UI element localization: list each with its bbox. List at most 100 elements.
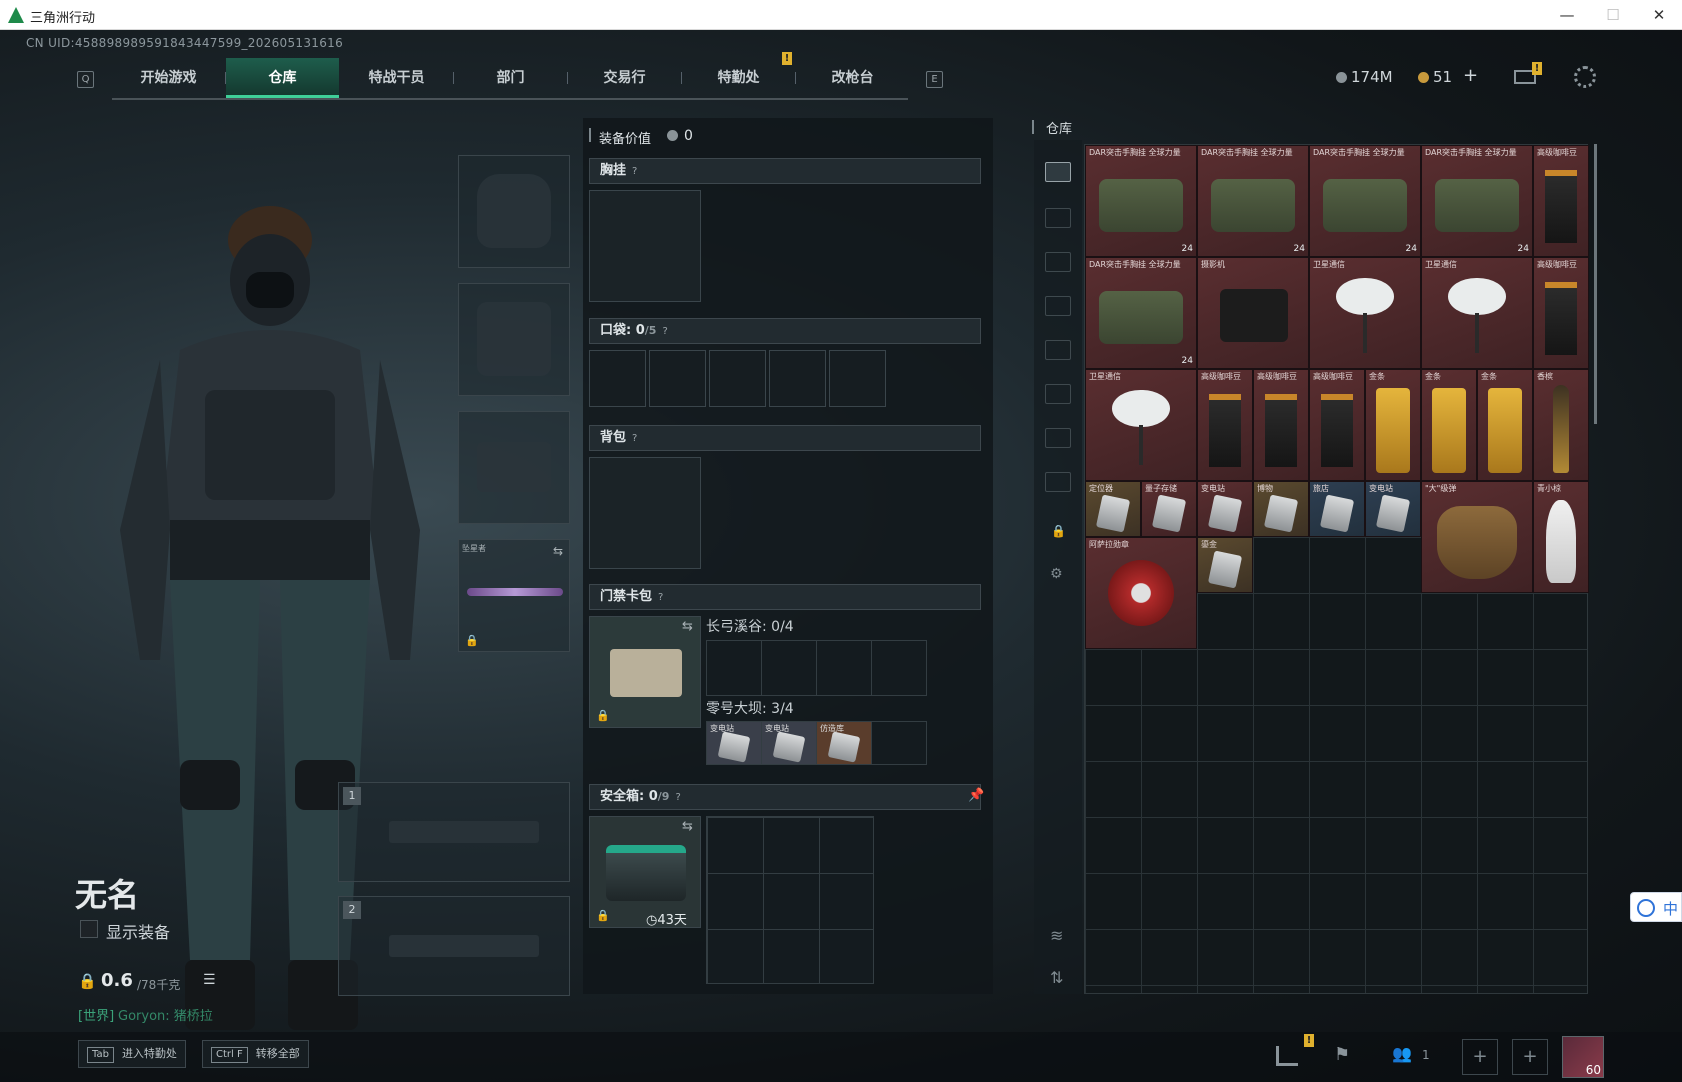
pocket-slot[interactable] [589, 350, 646, 407]
warehouse-item[interactable]: 变电站 [1197, 481, 1253, 537]
swap-icon[interactable]: ⇆ [682, 619, 693, 634]
warehouse-item[interactable]: 金条 [1421, 369, 1477, 481]
storage-tab-icon[interactable] [1045, 252, 1071, 272]
keycard-slot[interactable] [871, 721, 927, 765]
tab-special-ops[interactable]: 特勤处 [682, 58, 795, 98]
close-button[interactable]: ✕ [1636, 0, 1682, 30]
chest-rig-slot[interactable] [589, 190, 701, 302]
stats-icon[interactable] [1276, 1046, 1298, 1066]
keycard-item[interactable]: 变电站 [706, 721, 762, 765]
warehouse-item[interactable]: 量子存储 [1141, 481, 1197, 537]
storage-tab-icon[interactable] [1045, 208, 1071, 228]
keycard-slot[interactable] [816, 640, 872, 696]
pocket-slot[interactable] [829, 350, 886, 407]
warehouse-item[interactable]: "大"级弹 [1421, 481, 1533, 593]
ime-indicator[interactable]: 中 [1630, 892, 1682, 922]
swap-icon[interactable]: ⇆ [682, 819, 693, 834]
warehouse-item[interactable]: 鎏金 [1197, 537, 1253, 593]
keycard-slot[interactable] [706, 640, 762, 696]
minimize-button[interactable]: — [1544, 0, 1590, 30]
warehouse-home-icon[interactable] [1045, 162, 1071, 182]
help-icon[interactable]: ? [658, 592, 663, 603]
sort-icon[interactable]: ⇅ [1050, 968, 1063, 987]
primary-weapon-slot-2[interactable]: 2 [338, 896, 570, 996]
warehouse-item[interactable]: 阿萨拉勋章 [1085, 537, 1197, 649]
warehouse-item[interactable]: 高级咖啡豆 [1253, 369, 1309, 481]
show-equipment-checkbox[interactable] [80, 920, 98, 938]
warehouse-scrollbar[interactable] [1594, 144, 1597, 424]
warehouse-item[interactable]: DAR突击手胸挂 全球力量 24 [1309, 145, 1421, 257]
add-currency-button[interactable]: + [1463, 65, 1478, 86]
warehouse-item[interactable]: 卫星通信 [1421, 257, 1533, 369]
keycard-slot[interactable] [761, 640, 817, 696]
backpack-slot[interactable] [589, 457, 701, 569]
storage-tab-icon[interactable] [1045, 472, 1071, 492]
storage-tab-icon[interactable] [1045, 428, 1071, 448]
warehouse-item[interactable]: 旅店 [1309, 481, 1365, 537]
enter-special-ops-hint[interactable]: Tab 进入特勤处 [78, 1040, 186, 1068]
warehouse-item[interactable]: 青小椋 [1533, 481, 1589, 593]
warehouse-item[interactable]: 卫星通信 [1085, 369, 1197, 481]
warehouse-item[interactable]: 变电站 [1365, 481, 1421, 537]
warehouse-item[interactable]: 香槟 [1533, 369, 1589, 481]
warehouse-item[interactable]: DAR突击手胸挂 全球力量 24 [1085, 145, 1197, 257]
armor-slot[interactable] [458, 283, 570, 396]
warehouse-item[interactable]: 高级咖啡豆 [1533, 257, 1589, 369]
tab-market[interactable]: 交易行 [568, 58, 681, 98]
warehouse-item[interactable]: 定位器 [1085, 481, 1141, 537]
tab-warehouse[interactable]: 仓库 [226, 58, 339, 98]
pin-icon[interactable]: 📌 [968, 788, 984, 803]
card-icon [1319, 494, 1355, 534]
settings-gear-icon[interactable] [1574, 66, 1596, 88]
warehouse-item[interactable]: 高级咖啡豆 [1309, 369, 1365, 481]
warehouse-item[interactable]: 博物 [1253, 481, 1309, 537]
next-tab-key[interactable]: E [926, 71, 943, 88]
pocket-slot[interactable] [709, 350, 766, 407]
keycard-item[interactable]: 变电站 [761, 721, 817, 765]
transfer-all-hint[interactable]: Ctrl F 转移全部 [202, 1040, 309, 1068]
storage-tab-icon[interactable] [1045, 296, 1071, 316]
warehouse-item[interactable]: 金条 [1365, 369, 1421, 481]
primary-weapon-slot-1[interactable]: 1 [338, 782, 570, 882]
warehouse-item[interactable]: 摄影机 [1197, 257, 1309, 369]
flag-icon[interactable]: ⚑ [1334, 1044, 1350, 1065]
warehouse-item[interactable]: DAR突击手胸挂 全球力量 24 [1197, 145, 1309, 257]
gear-icon[interactable]: ⚙ [1050, 566, 1063, 582]
warehouse-item[interactable]: 高级咖啡豆 [1197, 369, 1253, 481]
help-icon[interactable]: ? [632, 166, 637, 177]
storage-tab-icon[interactable] [1045, 384, 1071, 404]
warehouse-item[interactable]: 高级咖啡豆 [1533, 145, 1589, 257]
pistol-slot[interactable] [458, 411, 570, 524]
tab-start-game[interactable]: 开始游戏 [112, 58, 225, 98]
help-icon[interactable]: ? [632, 433, 637, 444]
safebox-grid[interactable] [706, 816, 874, 984]
warehouse-item[interactable]: 卫星通信 [1309, 257, 1421, 369]
keycard-item[interactable]: 仿造库 [816, 721, 872, 765]
invite-slot-button[interactable]: + [1462, 1039, 1498, 1075]
tab-department[interactable]: 部门 [454, 58, 567, 98]
maximize-button[interactable]: ☐ [1590, 0, 1636, 30]
safebox-slot[interactable]: ⇆ 🔒 ◷43天 [589, 816, 701, 928]
invite-slot-button[interactable]: + [1512, 1039, 1548, 1075]
friends-icon[interactable]: 👥 [1392, 1044, 1412, 1063]
pocket-slot[interactable] [769, 350, 826, 407]
layers-icon[interactable]: ≋ [1050, 926, 1063, 945]
pocket-slot[interactable] [649, 350, 706, 407]
warehouse-grid[interactable]: DAR突击手胸挂 全球力量 24 DAR突击手胸挂 全球力量 24 DAR突击手胸挂 全… [1084, 144, 1589, 994]
storage-tab-icon[interactable] [1045, 340, 1071, 360]
melee-slot[interactable]: 坠星者 ⇆ 🔒 [458, 539, 570, 652]
swap-icon[interactable]: ⇆ [553, 544, 563, 558]
warehouse-item[interactable]: 金条 [1477, 369, 1533, 481]
keycard-slot[interactable] [871, 640, 927, 696]
list-icon[interactable]: ☰ [203, 972, 216, 988]
warehouse-item[interactable]: DAR突击手胸挂 全球力量 24 [1085, 257, 1197, 369]
tab-gunsmith[interactable]: 改枪台 [796, 58, 909, 98]
prev-tab-key[interactable]: Q [77, 71, 94, 88]
help-icon[interactable]: ? [675, 792, 680, 803]
help-icon[interactable]: ? [662, 326, 667, 337]
player-avatar[interactable]: 60 [1562, 1036, 1604, 1078]
keycard-case-slot[interactable]: ⇆ 🔒 [589, 616, 701, 728]
tab-operators[interactable]: 特战干员 [340, 58, 453, 98]
helmet-slot[interactable] [458, 155, 570, 268]
warehouse-item[interactable]: DAR突击手胸挂 全球力量 24 [1421, 145, 1533, 257]
